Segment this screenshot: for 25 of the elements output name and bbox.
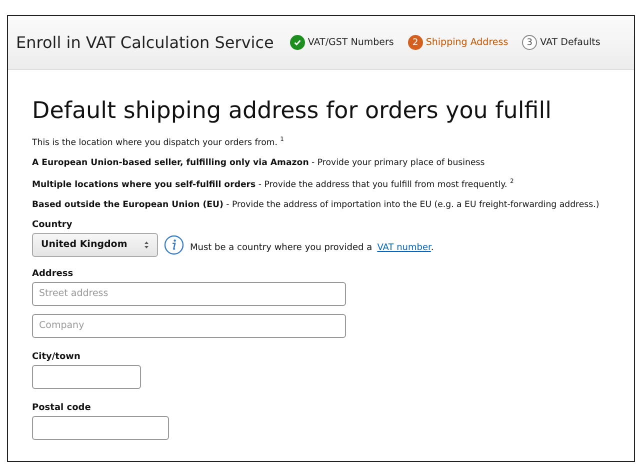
step-label: Shipping Address <box>426 37 508 48</box>
page-title: Enroll in VAT Calculation Service <box>16 33 274 52</box>
city-field[interactable] <box>32 364 141 389</box>
paragraph: Based outside the European Union (EU) - Provide the address of importation into the EU (e.g. a EU freight-forwarding address.) <box>32 200 600 210</box>
paragraph: Multiple locations where you self-fulfill orders - Provide the address that you fulfill from most frequently. $^{2}$ <box>32 178 515 190</box>
section-heading: Default shipping address for orders you fulfill <box>32 98 553 124</box>
postal-code-field[interactable] <box>32 416 169 440</box>
step-label: VAT/GST Numbers <box>308 37 394 48</box>
period-text: . <box>430 243 434 254</box>
info-icon <box>164 234 184 255</box>
vat-number-link[interactable]: VAT number <box>377 243 431 254</box>
address-field[interactable]: Street address <box>32 282 346 306</box>
hint-text: Must be a country where you provided a <box>190 243 372 254</box>
step-label: VAT Defaults <box>540 37 600 48</box>
step-number: 3 <box>522 35 538 50</box>
paragraph: This is the location where you dispatch your orders from. $^{1}$ <box>32 136 285 148</box>
step-number: 2 <box>408 35 423 50</box>
field-label: Address <box>32 268 74 279</box>
country-select[interactable]: United Kingdom <box>32 232 158 257</box>
field-label: Country <box>32 220 74 230</box>
field-label: Postal code <box>32 402 92 413</box>
field-label: City/town <box>32 352 82 362</box>
paragraph: A European Union-based seller, fulfilling only via Amazon - Provide your primary place of business <box>32 158 486 168</box>
sort-arrows-icon <box>144 240 149 249</box>
address-field[interactable]: Company <box>32 314 346 338</box>
